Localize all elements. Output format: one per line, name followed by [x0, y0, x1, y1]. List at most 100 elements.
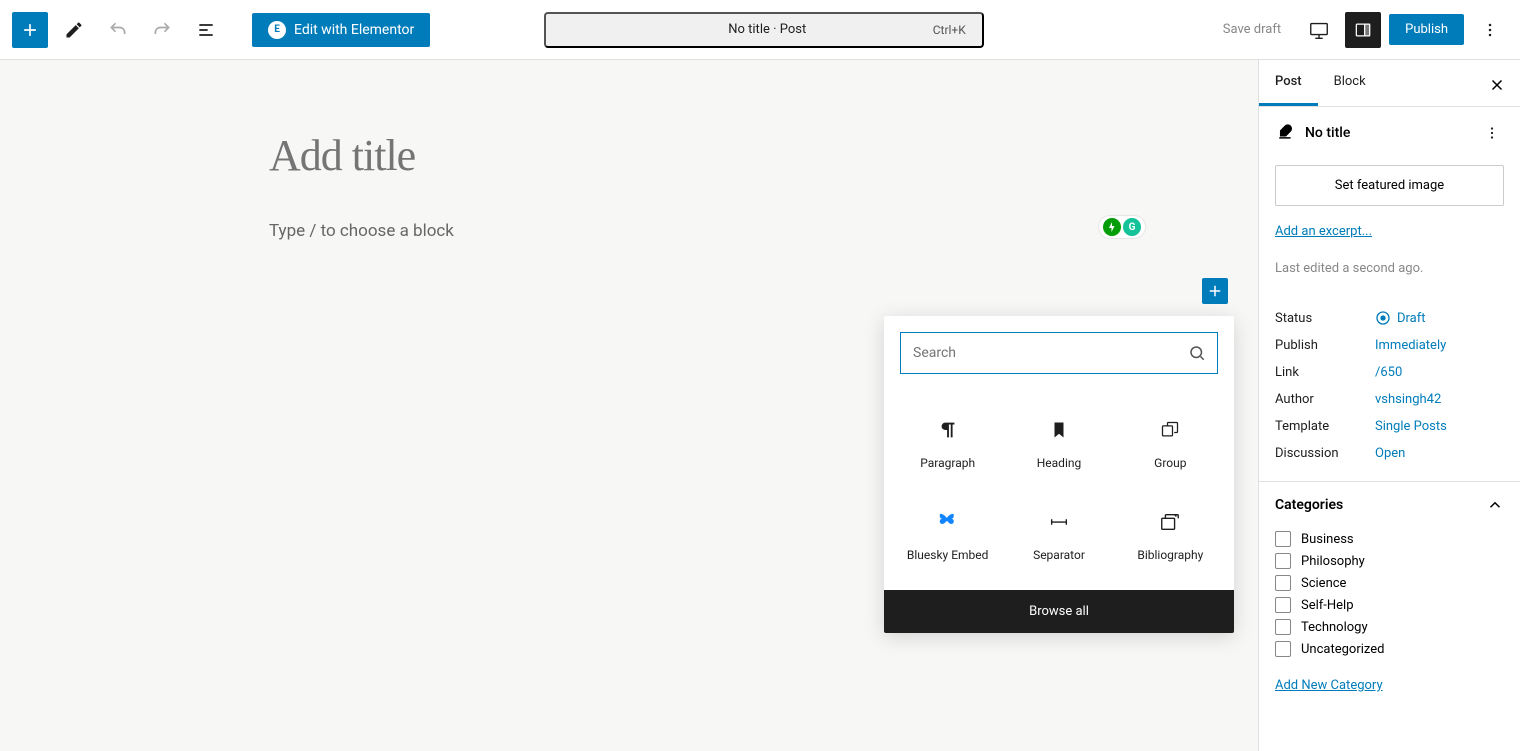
- tools-button[interactable]: [56, 12, 92, 48]
- undo-icon: [108, 20, 128, 40]
- block-label: Separator: [1033, 548, 1085, 562]
- butterfly-icon: [936, 510, 960, 534]
- save-draft-button[interactable]: Save draft: [1211, 14, 1293, 45]
- block-bibliography[interactable]: Bibliography: [1115, 490, 1226, 582]
- category-item-science[interactable]: Science: [1275, 572, 1504, 594]
- categories-panel-header[interactable]: Categories: [1259, 482, 1520, 528]
- category-item-philosophy[interactable]: Philosophy: [1275, 550, 1504, 572]
- post-title-input[interactable]: [269, 130, 989, 181]
- checkbox[interactable]: [1275, 531, 1291, 547]
- document-overview-button[interactable]: [188, 12, 224, 48]
- block-separator[interactable]: Separator: [1003, 490, 1114, 582]
- meta-status-row: Status Draft: [1275, 304, 1504, 332]
- assistant-pills: G: [1098, 215, 1146, 239]
- meta-publish-label: Publish: [1275, 338, 1375, 353]
- main-area: Type / to choose a block G Paragraph: [0, 60, 1520, 751]
- block-inserter-popup: Paragraph Heading Group Bluesky Embed Se…: [884, 316, 1234, 633]
- options-button[interactable]: [1472, 12, 1508, 48]
- block-bluesky-embed[interactable]: Bluesky Embed: [892, 490, 1003, 582]
- meta-template-value[interactable]: Single Posts: [1375, 419, 1447, 434]
- group-icon: [1158, 418, 1182, 442]
- checkbox[interactable]: [1275, 553, 1291, 569]
- block-placeholder[interactable]: Type / to choose a block: [269, 221, 989, 241]
- search-icon: [1188, 344, 1206, 362]
- block-search-input[interactable]: [900, 332, 1218, 374]
- browse-all-button[interactable]: Browse all: [884, 590, 1234, 633]
- category-item-business[interactable]: Business: [1275, 528, 1504, 550]
- block-label: Heading: [1037, 456, 1082, 470]
- meta-publish-row: Publish Immediately: [1275, 332, 1504, 359]
- meta-author-row: Author vshsingh42: [1275, 386, 1504, 413]
- toolbar-right: Save draft Publish: [1211, 12, 1508, 48]
- post-actions-button[interactable]: [1480, 121, 1504, 145]
- categories-header-label: Categories: [1275, 497, 1343, 513]
- plus-icon: [20, 20, 40, 40]
- block-heading[interactable]: Heading: [1003, 398, 1114, 490]
- undo-button[interactable]: [100, 12, 136, 48]
- command-center[interactable]: No title · Post Ctrl+K: [544, 12, 984, 48]
- inserter-search-wrap: [900, 332, 1218, 374]
- post-title-text: No title: [1305, 125, 1350, 141]
- last-edited-text: Last edited a second ago.: [1275, 261, 1423, 276]
- tab-block[interactable]: Block: [1318, 60, 1382, 106]
- meta-discussion-label: Discussion: [1275, 446, 1375, 461]
- elementor-label: Edit with Elementor: [294, 22, 414, 38]
- categories-panel-body: Business Philosophy Science Self-Help Te…: [1259, 528, 1520, 707]
- block-label: Bluesky Embed: [907, 548, 989, 562]
- close-icon: [1488, 76, 1506, 94]
- checkbox[interactable]: [1275, 641, 1291, 657]
- meta-publish-value[interactable]: Immediately: [1375, 338, 1446, 353]
- toggle-inserter-button[interactable]: [12, 12, 48, 48]
- edit-with-elementor-button[interactable]: E Edit with Elementor: [252, 13, 430, 47]
- sidebar-tabs: Post Block: [1259, 60, 1520, 107]
- redo-icon: [152, 20, 172, 40]
- meta-status-value[interactable]: Draft: [1375, 310, 1426, 326]
- plus-icon: [1206, 282, 1224, 300]
- checkbox[interactable]: [1275, 619, 1291, 635]
- list-icon: [196, 20, 216, 40]
- checkbox[interactable]: [1275, 597, 1291, 613]
- block-grid: Paragraph Heading Group Bluesky Embed Se…: [884, 390, 1234, 590]
- grammarly-icon[interactable]: G: [1123, 218, 1141, 236]
- block-paragraph[interactable]: Paragraph: [892, 398, 1003, 490]
- meta-status-label: Status: [1275, 311, 1375, 326]
- draft-status-icon: [1375, 310, 1391, 326]
- meta-template-label: Template: [1275, 419, 1375, 434]
- last-edited-section: Last edited a second ago.: [1259, 253, 1520, 290]
- publish-button[interactable]: Publish: [1389, 14, 1464, 45]
- add-new-category-link[interactable]: Add New Category: [1275, 678, 1383, 693]
- block-group[interactable]: Group: [1115, 398, 1226, 490]
- category-item-uncategorized[interactable]: Uncategorized: [1275, 638, 1504, 660]
- settings-panel-toggle[interactable]: [1345, 12, 1381, 48]
- command-shortcut: Ctrl+K: [933, 23, 966, 37]
- meta-discussion-value[interactable]: Open: [1375, 446, 1405, 461]
- bibliography-icon: [1158, 510, 1182, 534]
- post-type-icon: [1275, 123, 1295, 143]
- redo-button[interactable]: [144, 12, 180, 48]
- category-item-self-help[interactable]: Self-Help: [1275, 594, 1504, 616]
- block-label: Paragraph: [920, 456, 975, 470]
- toolbar-left: E Edit with Elementor: [12, 12, 430, 48]
- paragraph-icon: [936, 418, 960, 442]
- meta-link-value[interactable]: /650: [1375, 365, 1402, 380]
- settings-sidebar: Post Block No title Set featured image A…: [1258, 60, 1520, 751]
- top-toolbar: E Edit with Elementor No title · Post Ct…: [0, 0, 1520, 60]
- set-featured-image-button[interactable]: Set featured image: [1275, 165, 1504, 206]
- view-button[interactable]: [1301, 12, 1337, 48]
- meta-link-row: Link /650: [1275, 359, 1504, 386]
- post-title-row: No title: [1259, 107, 1520, 151]
- checkbox[interactable]: [1275, 575, 1291, 591]
- tab-post[interactable]: Post: [1259, 60, 1318, 106]
- chevron-up-icon: [1486, 496, 1504, 514]
- desktop-icon: [1308, 19, 1330, 41]
- more-vertical-icon: [1480, 20, 1500, 40]
- category-item-technology[interactable]: Technology: [1275, 616, 1504, 638]
- bookmark-icon: [1047, 418, 1071, 442]
- jetpack-icon[interactable]: [1103, 218, 1121, 236]
- meta-template-row: Template Single Posts: [1275, 413, 1504, 440]
- meta-author-value[interactable]: vshsingh42: [1375, 392, 1441, 407]
- add-block-button[interactable]: [1202, 278, 1228, 304]
- close-sidebar-button[interactable]: [1482, 70, 1512, 100]
- excerpt-section: Add an excerpt...: [1259, 220, 1520, 253]
- add-excerpt-link[interactable]: Add an excerpt...: [1275, 224, 1372, 239]
